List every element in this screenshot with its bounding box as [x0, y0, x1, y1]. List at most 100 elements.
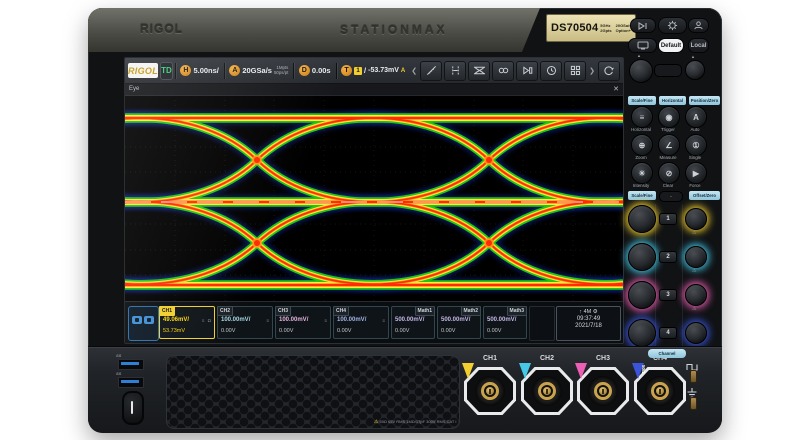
math-box-1[interactable]: Math1 500.00mV/ 0.00V — [391, 306, 435, 339]
eye-diagram-button[interactable] — [468, 61, 490, 81]
channel-box-ch1[interactable]: CH1 49.06mV/ ≡ Ω 53.73mV — [159, 306, 215, 339]
channel-box-ch2[interactable]: CH2 100.00mV/ ≡ 0.00V — [217, 306, 273, 339]
stationmax-logo: STATIONMAX — [340, 23, 448, 37]
clock-icon — [546, 65, 557, 76]
bnc-connector-ch1 — [464, 367, 516, 415]
ch1-offset: 53.73mV — [163, 328, 185, 334]
toolbar: RIGOL TD H 5.00ns/ A 20GSa/s 1Mpts50ps/p… — [125, 58, 623, 84]
ch4-scale-knob[interactable] — [628, 319, 656, 347]
zoom-button[interactable]: ⊕ — [631, 134, 653, 156]
ch1-warn-icon: ⚠ — [692, 230, 696, 236]
horizontal-button[interactable]: ≡ — [631, 106, 653, 128]
auto-button[interactable]: A — [685, 106, 707, 128]
upload-icon: ↑ — [579, 309, 582, 315]
usb-port-2 — [118, 377, 144, 388]
ch3-select-button[interactable]: 3 — [659, 289, 677, 301]
horizontal-scale-knob[interactable] — [629, 59, 653, 83]
math3-tab: Math3 — [507, 306, 527, 316]
fine-adjust-button[interactable]: ∙∙ — [659, 191, 683, 202]
h-section-label: Horizontal — [659, 96, 686, 105]
channel-box-ch4[interactable]: CH4 100.00mV/ ≡ 0.00V — [333, 306, 389, 339]
h-scale-label: Scale/Fine — [628, 96, 656, 105]
bnc-ch2-label: CH2 — [521, 355, 573, 362]
gear-mini-icon: ⚙ — [593, 309, 598, 315]
trigger-button[interactable]: ◉ — [658, 106, 680, 128]
screenshot-stage: RIGOL STATIONMAX DS70504 5GHz 20GSa/s 2G… — [0, 0, 810, 440]
trigger-button-label: Trigger — [653, 127, 683, 132]
measure-button-label: Measure — [653, 155, 683, 160]
ch1-scale-knob[interactable] — [628, 205, 656, 233]
scroll-left-chevron[interactable]: ❮ — [410, 67, 418, 75]
top-bezel: RIGOL STATIONMAX — [88, 8, 540, 52]
memory-depth: 1Mpts50ps/pt — [274, 66, 288, 76]
search-button[interactable] — [492, 61, 514, 81]
user-button[interactable] — [688, 18, 709, 33]
ch4-offset-knob[interactable] — [685, 322, 707, 344]
trigger-control[interactable]: T 1 / -53.73mV A — [338, 61, 408, 81]
delay-value: 0.00s — [312, 66, 331, 75]
screen-capture-button[interactable] — [628, 38, 657, 53]
zoom-icon: ⊕ — [639, 141, 646, 150]
apps-menu-button[interactable] — [564, 61, 586, 81]
force-button[interactable]: ▶ — [685, 162, 707, 184]
skip-end-icon — [638, 22, 648, 30]
close-icon[interactable]: ✕ — [613, 85, 619, 93]
acquisition-control[interactable]: A 20GSa/s 1Mpts50ps/pt — [226, 61, 291, 81]
intensity-button[interactable]: ☀ — [631, 162, 653, 184]
refresh-button[interactable] — [598, 61, 620, 81]
d-badge: D — [299, 65, 310, 76]
local-button[interactable]: Local — [688, 38, 709, 53]
eye-diagram-plot[interactable] — [125, 95, 623, 301]
td-mode-button[interactable]: TD — [160, 62, 173, 80]
touch-lock-button[interactable] — [658, 17, 687, 34]
power-button[interactable] — [122, 391, 144, 425]
scroll-right-chevron[interactable]: ❯ — [588, 67, 596, 75]
ch2-tab: CH2 — [217, 306, 233, 316]
ch1-offset-knob[interactable] — [685, 208, 707, 230]
ch3-scale: 100.00mV/ — [279, 317, 308, 323]
ch3-offset-knob[interactable] — [685, 284, 707, 306]
v-offset-label: Offset/Zero — [689, 191, 720, 200]
ch2-select-button[interactable]: 2 — [659, 251, 677, 263]
ch4-mini-icons: ≡ — [382, 318, 386, 323]
front-panel: SS SS CH1 CH2 CH3 CH4 — [88, 346, 722, 433]
user-icon — [694, 21, 703, 30]
measure-tool-button[interactable] — [420, 61, 442, 81]
clock-box[interactable]: ↑ 4M ⚙ 09:37:49 2021/7/18 — [556, 306, 621, 341]
force-button-label: Force — [680, 183, 710, 188]
default-button[interactable]: Default — [658, 38, 684, 53]
ch1-mini-icons: ≡ Ω — [202, 318, 212, 323]
history-button[interactable] — [540, 61, 562, 81]
math3-scale: 500.00mV/ — [487, 317, 516, 323]
waveform-nav-box[interactable] — [128, 306, 159, 341]
ch2-scale-knob[interactable] — [628, 243, 656, 271]
ch3-mini-icons: ≡ — [324, 318, 328, 323]
power-bar-icon — [131, 401, 133, 414]
cursor-tool-button[interactable] — [444, 61, 466, 81]
ch3-tab: CH3 — [275, 306, 291, 316]
math-box-3[interactable]: Math3 500.00mV/ 0.00V — [483, 306, 527, 339]
horizontal-scale-control[interactable]: H 5.00ns/ — [177, 61, 221, 81]
math2-scale: 500.00mV/ — [441, 317, 470, 323]
warning-icon: ⚠ — [374, 419, 378, 425]
channel-box-ch3[interactable]: CH3 100.00mV/ ≡ 0.00V — [275, 306, 331, 339]
intensity-icon: ☀ — [638, 169, 645, 178]
single-button[interactable]: ① — [685, 134, 707, 156]
run-stop-icon — [522, 65, 533, 76]
clear-button[interactable]: ⊘ — [658, 162, 680, 184]
ch2-offset-knob[interactable] — [685, 246, 707, 268]
time-display: 09:37:49 — [557, 316, 620, 322]
math-box-2[interactable]: Math2 500.00mV/ 0.00V — [437, 306, 481, 339]
force-icon: ▶ — [693, 169, 699, 178]
ch2-offset: 0.00V — [221, 328, 235, 334]
binoculars-icon — [498, 65, 509, 76]
measure-button[interactable]: ∠ — [658, 134, 680, 156]
ch3-scale-knob[interactable] — [628, 281, 656, 309]
delay-control[interactable]: D 0.00s — [296, 61, 334, 81]
run-stop-button[interactable] — [516, 61, 538, 81]
quick-save-button[interactable] — [630, 18, 656, 33]
horizontal-position-knob[interactable] — [685, 60, 705, 80]
ch4-select-button[interactable]: 4 — [659, 327, 677, 339]
h-position-label: Position/Zero — [689, 96, 720, 105]
ch1-select-button[interactable]: 1 — [659, 213, 677, 225]
